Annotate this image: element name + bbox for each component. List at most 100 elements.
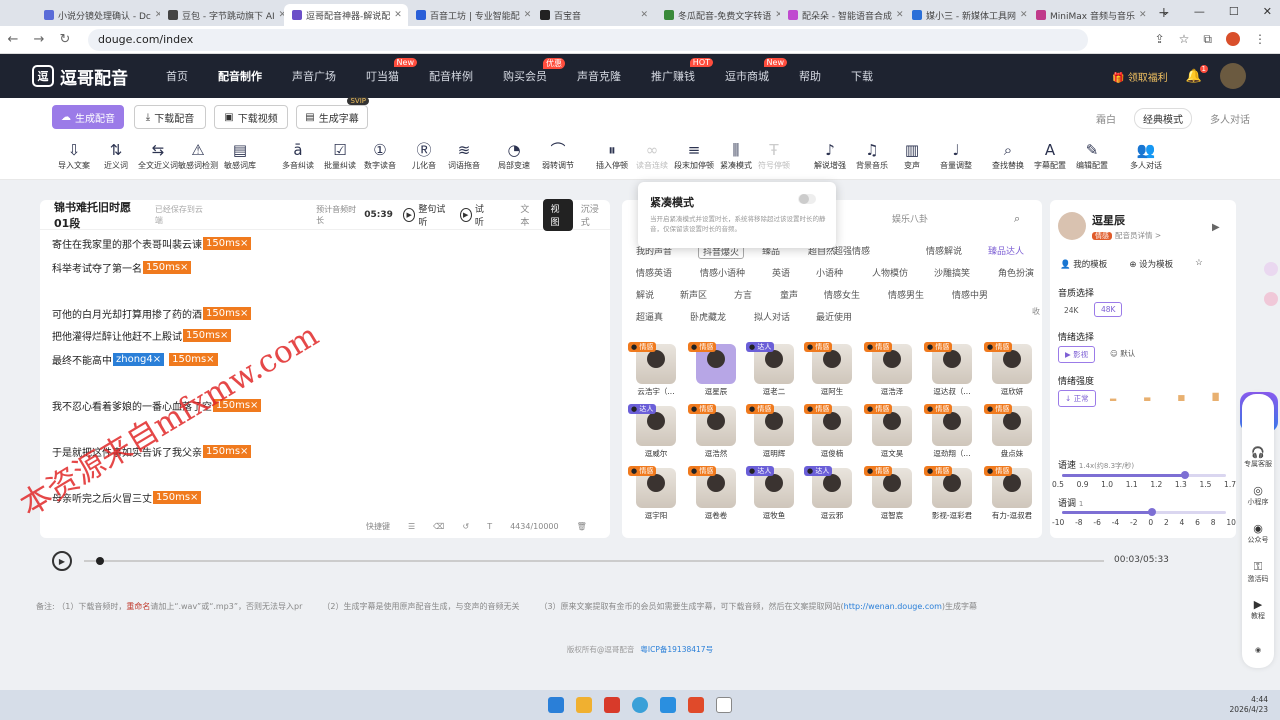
tool-button[interactable]: ⏸ 插入停顿 <box>590 140 634 171</box>
close-icon[interactable]: ✕ <box>524 10 532 20</box>
minimize-icon[interactable]: — <box>1194 5 1205 18</box>
quality-48k[interactable]: 48K <box>1094 302 1123 317</box>
tool-button[interactable]: A 字幕配置 <box>1028 140 1072 171</box>
tool-button[interactable]: ⇩ 导入文案 <box>52 140 96 171</box>
voice-category[interactable]: 超强情感 <box>834 244 870 257</box>
collapse-toggle[interactable]: 收 <box>1032 306 1040 317</box>
pitch-knob[interactable] <box>1148 508 1157 516</box>
voice-category[interactable]: 卧虎藏龙 <box>690 310 726 323</box>
voice-card[interactable]: 情感逗文昊 <box>864 404 920 464</box>
voice-card[interactable]: 情感逗明辉 <box>746 404 802 464</box>
voice-category[interactable]: 情感小语种 <box>700 266 745 279</box>
voice-card[interactable]: 情感逗欣妍 <box>984 342 1040 402</box>
close-icon[interactable]: ✕ <box>1020 10 1028 20</box>
voice-card[interactable]: 情感逗卷卷 <box>688 466 744 526</box>
voice-category[interactable]: 情感男生 <box>888 288 924 301</box>
close-icon[interactable]: ✕ <box>896 10 904 20</box>
pause-tag[interactable]: 150ms× <box>203 237 252 250</box>
generate-button[interactable]: ☁ 生成配音 <box>52 105 124 129</box>
tool-button[interactable]: ≋ 词语拖音 <box>442 140 486 171</box>
profile-avatar[interactable] <box>1226 32 1240 46</box>
voice-card[interactable]: 情感云浩宇（... <box>628 342 684 402</box>
pause-tag[interactable]: 150ms× <box>183 329 232 342</box>
voice-category[interactable]: 最近使用 <box>816 310 852 323</box>
star-icon[interactable]: ☆ <box>1195 258 1203 270</box>
pause-tag[interactable]: 150ms× <box>203 445 252 458</box>
subtitles-button[interactable]: ▤ 生成字幕 SVIP <box>296 97 369 129</box>
tool-button[interactable]: 👥 多人对话 <box>1124 140 1168 171</box>
chrome-icon[interactable] <box>632 697 648 713</box>
browser-tab[interactable]: 豆包 - 字节跳动旗下 AI ✕ <box>160 4 284 26</box>
emotion-default[interactable]: ☺ 默认 <box>1104 346 1141 361</box>
pinyin-tag[interactable]: zhong4× <box>113 353 165 366</box>
view-option[interactable]: 经典模式 <box>1134 108 1192 129</box>
voice-card[interactable]: 情感逗智宸 <box>864 466 920 526</box>
text-line[interactable]: 最终不能高中 zhong4× 150ms× <box>52 352 218 367</box>
voice-card[interactable]: 达人逗老二 <box>746 342 802 402</box>
close-icon[interactable]: ✕ <box>1139 10 1147 20</box>
url-field[interactable]: douge.com/index <box>88 28 1088 51</box>
voice-category[interactable]: 英语 <box>772 266 790 279</box>
nav-item[interactable]: 帮助 <box>799 68 821 84</box>
bell-icon[interactable]: 🔔 1 <box>1186 64 1208 84</box>
tool-button[interactable]: ♫ 背景音乐 <box>850 140 894 171</box>
voice-category[interactable]: 新声区 <box>680 288 707 301</box>
maximize-icon[interactable]: ☐ <box>1229 5 1239 18</box>
clear-icon[interactable]: ⌫ <box>433 522 444 531</box>
tool-button[interactable]: ▤ 敏感词库 <box>218 140 262 171</box>
editor-view-tab[interactable]: 沉浸式 <box>573 199 610 231</box>
voice-card[interactable]: 情感有力-逗叔君 <box>984 466 1040 526</box>
nav-item[interactable]: 逗市商城 New <box>725 58 787 84</box>
speed-knob[interactable] <box>1181 471 1189 479</box>
voice-card[interactable]: 达人逗威尔 <box>628 404 684 464</box>
speed-slider[interactable] <box>1062 471 1226 479</box>
browser-tab[interactable]: 逗哥配音神器-解说配 ✕ <box>284 4 408 26</box>
tool-button[interactable]: ⇆ 全文近义词 <box>136 140 180 171</box>
voice-category[interactable]: 角色扮演 <box>998 266 1034 279</box>
play-button[interactable]: ▶ <box>52 551 72 571</box>
voice-category[interactable]: 解说 <box>636 288 654 301</box>
shortcut-link[interactable]: 快捷键 <box>366 521 390 532</box>
menu-icon[interactable]: ⋮ <box>1254 32 1266 47</box>
voice-category[interactable]: 方言 <box>734 288 752 301</box>
app-icon[interactable] <box>660 697 676 713</box>
document-title[interactable]: 锦书难托旧时愿01段 <box>54 199 145 231</box>
whole-trial-button[interactable]: ▶ 整句试听 <box>402 202 450 228</box>
tool-button[interactable]: ☑ 批量纠读 <box>318 140 362 171</box>
tool-button[interactable]: ⇅ 近义词 <box>94 140 138 171</box>
compact-mode-toggle[interactable] <box>798 194 816 204</box>
tool-button[interactable]: ♪ 解说增强 <box>808 140 852 171</box>
close-icon[interactable]: ✕ <box>394 10 402 20</box>
nav-item[interactable]: 声音克隆 <box>577 68 621 84</box>
view-option[interactable]: 多人对话 <box>1210 111 1250 126</box>
voice-card[interactable]: 情感逗宇阳 <box>628 466 684 526</box>
emotion-film[interactable]: ▶ 影视 <box>1058 346 1096 363</box>
tool-button[interactable]: ≡ 段末加停顿 <box>672 140 716 171</box>
delete-icon[interactable]: 🗑 <box>577 522 587 531</box>
search-icon[interactable]: ⌕ <box>1014 212 1020 226</box>
pause-tag[interactable]: 150ms× <box>169 353 218 366</box>
tool-button[interactable]: ⌒ 弱转调节 <box>536 140 580 171</box>
voice-category[interactable]: 臻品达人 <box>988 244 1024 257</box>
voice-card[interactable]: 情感影视-逗彩君 <box>924 466 980 526</box>
file-explorer-icon[interactable] <box>576 697 592 713</box>
app-icon[interactable] <box>604 697 620 713</box>
progress-thumb[interactable] <box>96 557 105 565</box>
browser-tab[interactable]: 百音工坊 | 专业智能配 ✕ <box>408 4 532 26</box>
editor-view-tab[interactable]: 视图 <box>542 198 573 231</box>
tool-button[interactable]: ā 多音纠读 <box>276 140 320 171</box>
voice-category[interactable]: 情感女生 <box>824 288 860 301</box>
browser-tab[interactable]: 冬瓜配音-免费文字转语 ✕ <box>656 4 780 26</box>
tool-button[interactable]: ⌕ 查找替换 <box>986 140 1030 171</box>
nav-item[interactable]: 配音制作 <box>218 68 262 84</box>
voice-category[interactable]: 情感英语 <box>636 266 672 279</box>
browser-tab[interactable]: 小说分镜处理确认 - Dc ✕ <box>36 4 160 26</box>
download-audio-button[interactable]: ⤓ 下载配音 <box>134 105 206 129</box>
voice-card[interactable]: 情感逗星辰 <box>688 342 744 402</box>
voice-card[interactable]: 情感盘点妹 <box>984 404 1040 464</box>
tool-button[interactable]: Ⓡ 儿化音 <box>402 140 446 171</box>
close-icon[interactable]: ✕ <box>640 10 648 20</box>
voice-card[interactable]: 达人逗云邪 <box>804 466 860 526</box>
voice-detail-link[interactable]: 情感 配音员详情 > <box>1092 230 1161 241</box>
nav-item[interactable]: 首页 <box>166 68 188 84</box>
